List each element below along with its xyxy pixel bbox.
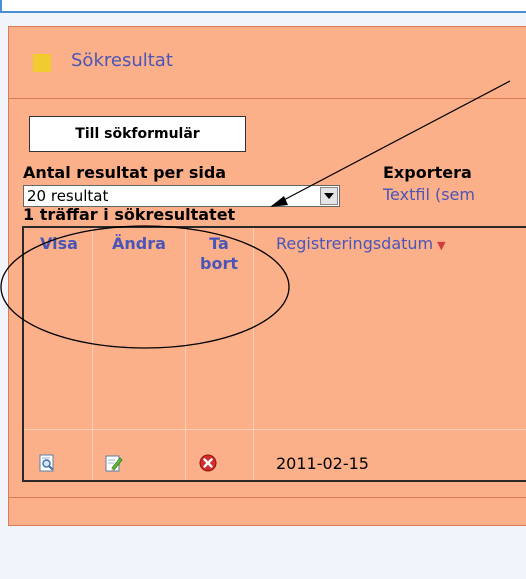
column-header-delete[interactable]: Ta bort bbox=[187, 234, 251, 274]
column-header-reg-date-label: Registreringsdatum bbox=[276, 234, 434, 253]
panel-divider bbox=[9, 497, 526, 498]
sort-descending-icon: ▼ bbox=[437, 239, 446, 252]
column-header-delete-line1: Ta bbox=[209, 234, 229, 253]
column-divider bbox=[185, 228, 186, 480]
results-per-page-label: Antal resultat per sida bbox=[23, 163, 227, 182]
export-label: Exportera bbox=[383, 163, 472, 182]
search-results-panel: Sökresultat Till sökformulär Antal resul… bbox=[8, 26, 526, 526]
column-divider bbox=[253, 228, 254, 480]
column-header-edit[interactable]: Ändra bbox=[94, 234, 184, 254]
row-divider bbox=[24, 429, 526, 430]
column-header-view[interactable]: Visa bbox=[28, 234, 90, 254]
top-band bbox=[0, 0, 526, 13]
red-x-circle-icon[interactable] bbox=[199, 454, 217, 472]
search-form-button[interactable]: Till sökformulär bbox=[29, 116, 246, 152]
column-divider bbox=[92, 228, 93, 480]
pencil-document-icon[interactable] bbox=[105, 454, 123, 472]
yellow-square-icon bbox=[33, 54, 51, 72]
results-per-page-select[interactable]: 20 resultat bbox=[23, 185, 340, 207]
top-band-border bbox=[0, 0, 2, 11]
reg-date-cell: 2011-02-15 bbox=[276, 454, 369, 473]
results-table: Visa Ändra Ta bort Registreringsdatum▼ bbox=[22, 226, 526, 482]
export-text-link[interactable]: Textfil (sem bbox=[383, 185, 475, 204]
chevron-down-icon[interactable] bbox=[320, 187, 338, 205]
column-header-reg-date[interactable]: Registreringsdatum ▼ bbox=[276, 234, 446, 253]
column-header-delete-line2: bort bbox=[200, 254, 238, 273]
magnifier-document-icon[interactable] bbox=[38, 454, 56, 472]
panel-header: Sökresultat bbox=[9, 27, 526, 99]
select-value: 20 resultat bbox=[27, 187, 109, 205]
panel-title: Sökresultat bbox=[71, 50, 173, 71]
hits-count: 1 träffar i sökresultatet bbox=[23, 205, 236, 224]
